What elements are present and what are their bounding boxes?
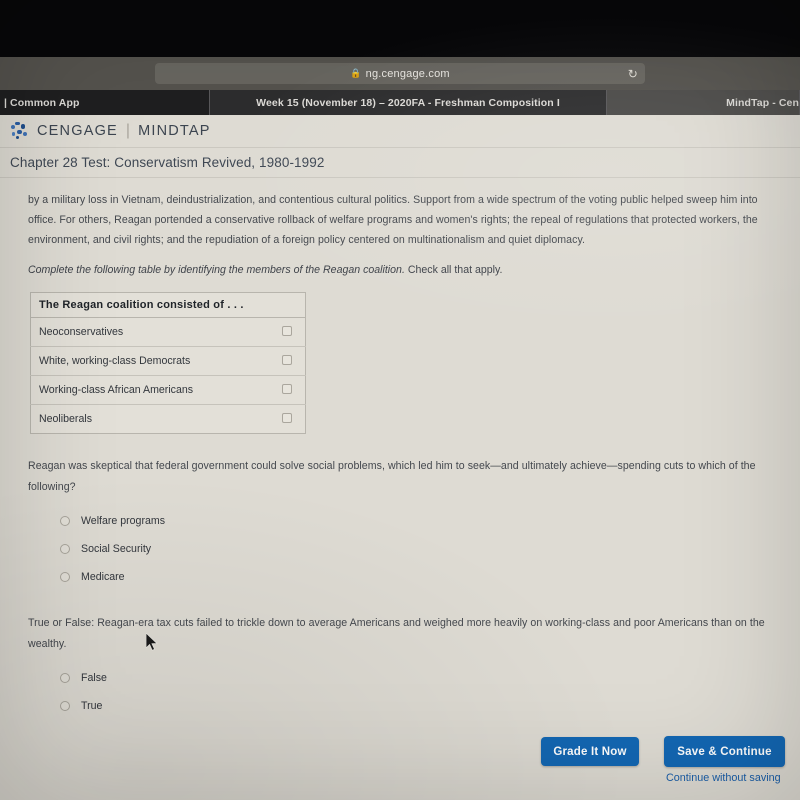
save-and-continue-button[interactable]: Save & Continue	[664, 736, 785, 767]
table-row-label: Working-class African Americans	[30, 375, 272, 405]
option-label: Social Security	[81, 543, 152, 555]
cengage-dots-logo-icon	[10, 121, 30, 141]
table-header-label: The Reagan coalition consisted of . . .	[30, 292, 306, 318]
table-row-checkbox-cell[interactable]	[272, 405, 306, 434]
question-true-false: True or False: Reagan-era tax cuts faile…	[14, 613, 786, 720]
option-label: Welfare programs	[81, 515, 165, 527]
table-instruction-normal: Check all that apply.	[407, 264, 503, 276]
browser-tab-common-app[interactable]: | Common App	[0, 90, 210, 115]
table-instruction: Complete the following table by identify…	[14, 264, 786, 276]
table-row[interactable]: Neoliberals	[31, 405, 306, 434]
page-title: Chapter 28 Test: Conservatism Revived, 1…	[10, 155, 325, 170]
table-row-checkbox-cell[interactable]	[271, 317, 306, 347]
browser-toolbar: 🔒 ng.cengage.com ↻	[0, 57, 800, 90]
mindtap-page: CENGAGE | MINDTAP Chapter 28 Test: Conse…	[0, 115, 800, 800]
table-header-row: The Reagan coalition consisted of . . .	[30, 292, 306, 318]
tab-label: | Common App	[4, 96, 80, 109]
table-instruction-italic: Complete the following table by identify…	[28, 264, 405, 276]
question-options: False True	[60, 664, 786, 720]
option-label: Medicare	[81, 571, 125, 583]
radio-icon[interactable]	[60, 673, 70, 683]
tab-label: MindTap - Cen	[726, 96, 799, 109]
brand-divider: |	[125, 122, 131, 139]
option-true[interactable]: True	[60, 692, 786, 720]
radio-icon[interactable]	[60, 572, 70, 582]
cengage-header-bar: CENGAGE | MINDTAP	[0, 115, 800, 148]
mindtap-product-label: MINDTAP	[138, 123, 211, 139]
radio-icon[interactable]	[60, 701, 70, 711]
address-bar[interactable]: 🔒 ng.cengage.com ↻	[155, 63, 645, 84]
lock-icon: 🔒	[350, 68, 362, 78]
tab-label: Week 15 (November 18) – 2020FA - Freshma…	[256, 96, 560, 109]
table-row-checkbox-cell[interactable]	[271, 375, 306, 405]
grade-it-now-button[interactable]: Grade It Now	[541, 737, 639, 766]
option-false[interactable]: False	[60, 664, 786, 692]
screen-bezel-top	[0, 0, 800, 57]
table-row[interactable]: White, working-class Democrats	[30, 346, 306, 376]
radio-icon[interactable]	[60, 544, 70, 554]
assessment-footer: Grade It Now Save & Continue Continue wi…	[0, 722, 800, 800]
checkbox-working-class-african-americans[interactable]	[282, 383, 293, 394]
assessment-content: by a military loss in Vietnam, deindustr…	[0, 178, 800, 720]
table-row-label: White, working-class Democrats	[30, 346, 272, 376]
question-spending-cuts: Reagan was skeptical that federal govern…	[14, 456, 786, 591]
continue-without-saving-link[interactable]: Continue without saving	[666, 772, 781, 784]
reagan-coalition-table: The Reagan coalition consisted of . . . …	[30, 292, 306, 434]
option-welfare-programs[interactable]: Welfare programs	[60, 507, 786, 535]
option-label: True	[81, 700, 103, 712]
address-bar-url: ng.cengage.com	[365, 67, 450, 80]
option-label: False	[81, 672, 107, 684]
table-row-checkbox-cell[interactable]	[271, 346, 306, 376]
radio-icon[interactable]	[60, 516, 70, 526]
table-row-label: Neoliberals	[39, 413, 92, 425]
question-text: True or False: Reagan-era tax cuts faile…	[28, 617, 765, 650]
option-social-security[interactable]: Social Security	[60, 535, 786, 563]
table-row[interactable]: Working-class African Americans	[30, 375, 306, 405]
checkbox-neoliberals[interactable]	[282, 412, 293, 423]
checkbox-white-working-class-democrats[interactable]	[282, 354, 293, 365]
checkbox-neoconservatives[interactable]	[282, 325, 293, 336]
browser-tab-week15[interactable]: Week 15 (November 18) – 2020FA - Freshma…	[210, 90, 607, 115]
question-text: Reagan was skeptical that federal govern…	[28, 460, 756, 493]
cengage-brand-label: CENGAGE	[37, 123, 118, 139]
laptop-screen-photo: 🔒 ng.cengage.com ↻ | Common App Week 15 …	[0, 0, 800, 800]
reload-icon[interactable]: ↻	[628, 68, 638, 80]
browser-tab-strip: | Common App Week 15 (November 18) – 202…	[0, 90, 800, 115]
intro-paragraph: by a military loss in Vietnam, deindustr…	[28, 194, 758, 246]
chapter-title-bar: Chapter 28 Test: Conservatism Revived, 1…	[0, 148, 800, 178]
option-medicare[interactable]: Medicare	[60, 563, 786, 591]
question-options: Welfare programs Social Security Medicar…	[60, 507, 786, 591]
table-row[interactable]: Neoconservatives	[30, 317, 306, 347]
table-row-label: Neoconservatives	[30, 317, 272, 347]
browser-tab-mindtap[interactable]: MindTap - Cen	[607, 90, 800, 115]
